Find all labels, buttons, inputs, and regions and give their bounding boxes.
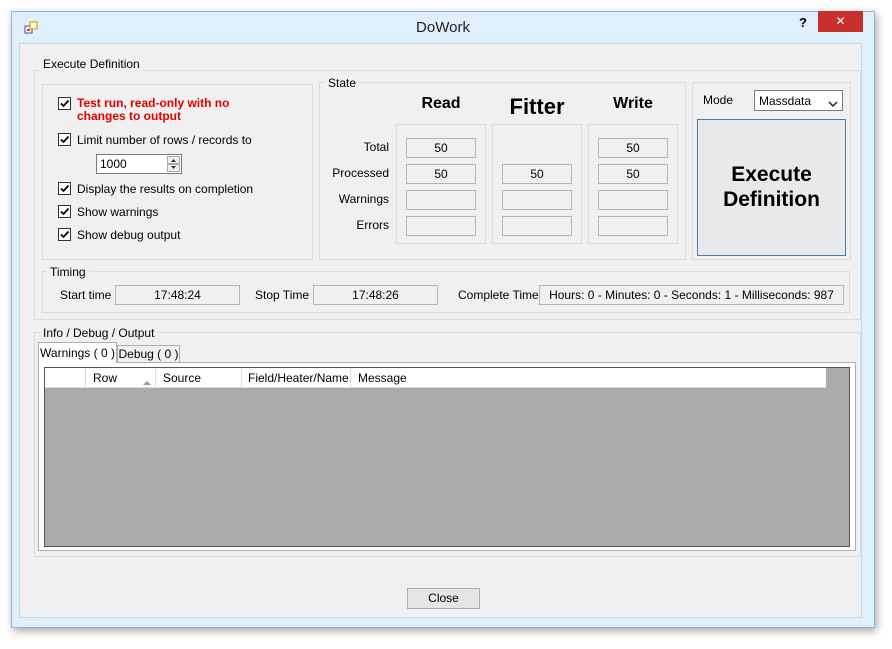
column-source-header[interactable]: Source [163,369,201,388]
close-button[interactable]: Close [407,588,480,609]
info-group-label: Info / Debug / Output [40,326,158,340]
timing-label: Timing [47,265,89,279]
start-time-field: 17:48:24 [115,285,240,305]
sort-ascending-icon [142,375,152,385]
checkmark-icon [60,207,70,216]
column-separator [350,368,351,387]
execute-definition-button[interactable]: Execute Definition [697,119,846,256]
filter-warnings-field [502,190,572,210]
display-results-label: Display the results on completion [77,182,254,196]
stepper-up-icon[interactable] [167,156,180,164]
column-message-header[interactable]: Message [358,369,407,388]
show-warnings-label: Show warnings [77,205,159,219]
execute-label-line2: Definition [723,188,820,211]
mode-select-value: Massdata [759,94,812,108]
display-results-checkbox[interactable] [58,182,71,195]
close-icon: ✕ [835,14,846,28]
column-field-header[interactable]: Field/Heater/Name [248,369,349,388]
write-processed-field: 50 [598,164,668,184]
stop-time-field: 17:48:26 [313,285,438,305]
write-header: Write [613,95,653,112]
complete-time-label: Complete Time [458,288,539,302]
processed-row-label: Processed [332,166,389,180]
title-bar[interactable]: DoWork ? ✕ [11,11,875,42]
grid-row-header-separator [85,368,86,387]
rows-limit-input[interactable]: 1000 [100,157,127,171]
execute-definition-label: Execute Definition [40,57,143,71]
column-row-header[interactable]: Row [93,369,117,388]
warnings-row-label: Warnings [338,192,389,206]
show-debug-checkbox[interactable] [58,228,71,241]
total-row-label: Total [363,140,389,154]
execute-label-line1: Execute [731,163,812,186]
filter-errors-field [502,216,572,236]
test-run-checkbox[interactable] [58,97,71,110]
read-header: Read [421,95,461,112]
read-warnings-field [406,190,476,210]
checkmark-icon [60,184,70,193]
write-warnings-field [598,190,668,210]
close-window-button[interactable]: ✕ [818,11,863,32]
complete-time-field: Hours: 0 - Minutes: 0 - Seconds: 1 - Mil… [539,285,844,305]
grid-header: Row Source Field/Heater/Name Message [45,368,826,388]
write-errors-field [598,216,668,236]
test-run-label: Test run, read-only with no changes to o… [77,96,230,123]
mode-select[interactable]: Massdata [754,90,843,111]
tab-warnings[interactable]: Warnings ( 0 ) [38,342,117,363]
checkmark-icon [60,99,70,108]
errors-row-label: Errors [356,218,389,232]
mode-label: Mode [703,93,734,107]
show-warnings-checkbox[interactable] [58,205,71,218]
chevron-down-icon [828,97,838,108]
read-processed-field: 50 [406,164,476,184]
write-total-field: 50 [598,138,668,158]
stop-time-label: Stop Time [255,288,310,302]
filter-header: Fitter [509,94,565,119]
filter-processed-field: 50 [502,164,572,184]
state-label: State [325,76,360,90]
read-errors-field [406,216,476,236]
read-total-field: 50 [406,138,476,158]
window-title: DoWork [416,19,470,36]
checkmark-icon [60,135,70,144]
show-debug-label: Show debug output [77,228,181,242]
start-time-label: Start time [60,288,112,302]
checkmark-icon [60,230,70,239]
column-separator [241,368,242,387]
rows-limit-stepper[interactable]: 1000 [96,154,182,174]
stepper-down-icon[interactable] [167,164,180,172]
tab-debug[interactable]: Debug ( 0 ) [117,345,180,363]
results-grid[interactable] [44,367,850,547]
limit-rows-label: Limit number of rows / records to [77,133,252,147]
limit-rows-checkbox[interactable] [58,133,71,146]
help-button[interactable]: ? [790,13,816,33]
column-separator [155,368,156,387]
